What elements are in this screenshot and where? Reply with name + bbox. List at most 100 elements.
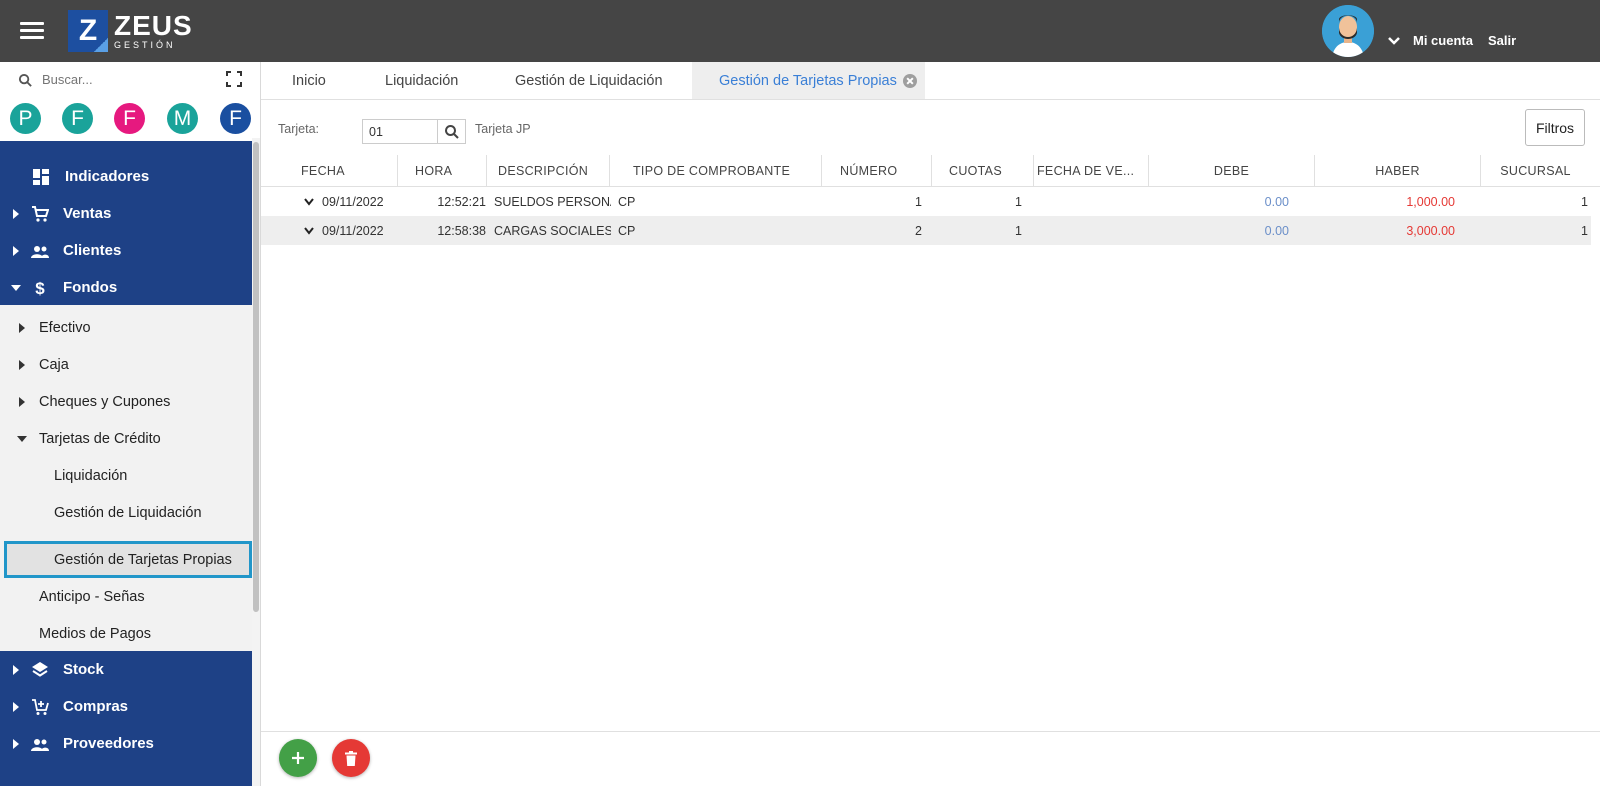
caret-right-icon [19,396,25,407]
sidebar-item-gestion-tarjetas-propias[interactable]: Gestión de Tarjetas Propias [4,541,252,578]
sidebar: P F F M F Indicadores Ventas Clientes $ … [0,62,260,786]
column-header-descripcion[interactable]: DESCRIPCIÓN [486,155,609,186]
filters-button[interactable]: Filtros [1525,109,1585,146]
favorite-f[interactable]: F [220,103,251,134]
close-icon[interactable] [902,73,917,88]
user-avatar[interactable] [1322,5,1374,57]
search-icon [18,73,32,87]
expand-row-chevron-icon[interactable] [304,198,314,206]
caret-down-icon [11,284,21,291]
sidebar-search-input[interactable] [42,72,202,87]
cell-tipo: CP [618,223,636,238]
sidebar-item-fondos[interactable]: $ Fondos [0,269,252,306]
tab-bar: Inicio Liquidación Gestión de Liquidació… [261,62,1600,100]
tarjeta-name: Tarjeta JP [475,122,531,136]
cell-fecha: 09/11/2022 [322,223,384,238]
sidebar-item-caja[interactable]: Caja [0,346,252,383]
cell-cuotas: 1 [1015,223,1022,238]
tarjeta-input[interactable] [362,119,438,144]
cell-haber: 1,000.00 [1406,194,1455,209]
logo-mark: Z [68,10,108,52]
tarjeta-search-button[interactable] [437,119,466,144]
expand-row-chevron-icon[interactable] [304,227,314,235]
favorite-p[interactable]: P [10,103,41,134]
sidebar-item-medios-pagos[interactable]: Medios de Pagos [0,615,252,652]
cell-cuotas: 1 [1015,194,1022,209]
sidebar-scrollbar[interactable] [252,138,260,786]
column-header-numero[interactable]: NÚMERO [821,155,931,186]
sidebar-item-tarjetas-credito[interactable]: Tarjetas de Crédito [0,420,252,457]
sidebar-item-anticipo-senas[interactable]: Anticipo - Señas [0,578,252,615]
sidebar-item-cheques[interactable]: Cheques y Cupones [0,383,252,420]
tab-gestion-liquidacion[interactable]: Gestión de Liquidación [515,62,663,99]
dollar-icon: $ [35,279,45,297]
favorite-m[interactable]: M [167,103,198,134]
favorite-f[interactable]: F [62,103,93,134]
sidebar-item-label: Efectivo [39,319,91,336]
sidebar-item-efectivo[interactable]: Efectivo [0,309,252,346]
sidebar-item-ventas[interactable]: Ventas [0,195,252,232]
my-account-link[interactable]: Mi cuenta [1413,33,1473,48]
caret-down-icon [17,435,27,442]
sidebar-item-indicadores[interactable]: Indicadores [0,158,252,195]
scrollbar-thumb[interactable] [253,142,259,612]
sidebar-item-stock[interactable]: Stock [0,651,252,688]
logo-subtitle: GESTIÓN [114,40,176,50]
logout-link[interactable]: Salir [1488,33,1516,48]
cell-sucursal: 1 [1581,223,1588,238]
logo-name: ZEUS [114,10,193,41]
cell-descripcion: SUELDOS PERSONAL [494,194,611,209]
sidebar-item-label: Indicadores [65,168,150,185]
table-header: FECHA HORA DESCRIPCIÓN TIPO DE COMPROBAN… [261,155,1600,187]
cell-debe: 0.00 [1264,194,1289,209]
sidebar-item-label: Stock [63,661,104,678]
column-header-hora[interactable]: HORA [397,155,486,186]
sidebar-item-label: Anticipo - Señas [39,588,145,605]
cell-hora: 12:58:38 [437,223,486,238]
cell-haber: 3,000.00 [1406,223,1455,238]
sidebar-item-label: Gestión de Tarjetas Propias [54,551,232,568]
column-header-fecha[interactable]: FECHA [301,155,397,186]
sidebar-item-label: Caja [39,356,69,373]
table-row[interactable]: 09/11/2022 12:52:21 SUELDOS PERSONAL CP … [261,187,1591,216]
app-logo[interactable]: Z ZEUS GESTIÓN [68,10,193,52]
column-header-cuotas[interactable]: CUOTAS [931,155,1033,186]
sidebar-item-proveedores[interactable]: Proveedores [0,725,252,762]
svg-text:$: $ [35,279,45,297]
caret-right-icon [13,738,19,749]
sidebar-item-compras[interactable]: Compras [0,688,252,725]
cell-numero: 2 [915,223,922,238]
plus-icon [292,752,304,764]
column-header-debe[interactable]: DEBE [1148,155,1314,186]
hamburger-menu-icon[interactable] [20,22,44,40]
sidebar-item-liquidacion[interactable]: Liquidación [0,457,252,494]
sidebar-item-label: Fondos [63,279,118,296]
caret-right-icon [19,322,25,333]
column-header-sucursal[interactable]: SUCURSAL [1480,155,1590,186]
column-header-tipo-comprobante[interactable]: TIPO DE COMPROBANTE [609,155,821,186]
sidebar-item-label: Proveedores [63,735,154,752]
tab-label: Gestión de Tarjetas Propias [719,72,897,89]
chevron-down-icon[interactable] [1388,36,1400,46]
cell-hora: 12:52:21 [437,194,486,209]
cell-debe: 0.00 [1264,223,1289,238]
caret-right-icon [13,245,19,256]
main-menu-top: Indicadores Ventas Clientes $ Fondos [0,141,252,305]
sidebar-item-label: Cheques y Cupones [39,393,171,410]
sidebar-item-clientes[interactable]: Clientes [0,232,252,269]
caret-right-icon [19,359,25,370]
cell-fecha: 09/11/2022 [322,194,384,209]
tab-liquidacion[interactable]: Liquidación [385,62,458,99]
delete-button[interactable] [332,739,370,777]
cell-tipo: CP [618,194,636,209]
tab-inicio[interactable]: Inicio [292,62,326,99]
add-button[interactable] [279,739,317,777]
fullscreen-icon[interactable] [226,71,242,87]
tab-gestion-tarjetas-propias[interactable]: Gestión de Tarjetas Propias [692,62,925,99]
favorite-f[interactable]: F [114,103,145,134]
cart-icon [32,205,49,222]
sidebar-item-gestion-liquidacion[interactable]: Gestión de Liquidación [0,494,252,531]
column-header-haber[interactable]: HABER [1314,155,1480,186]
column-header-fecha-vencimiento[interactable]: FECHA DE VE... [1033,155,1148,186]
table-row[interactable]: 09/11/2022 12:58:38 CARGAS SOCIALES P CP… [261,216,1591,245]
